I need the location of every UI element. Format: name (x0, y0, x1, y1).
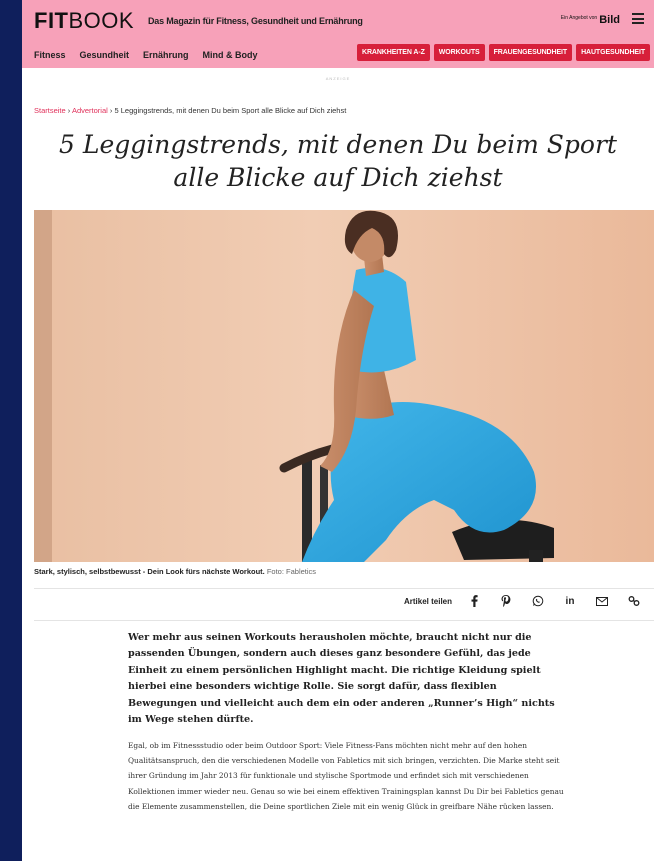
nav-item-ernaehrung[interactable]: Ernährung (143, 50, 189, 60)
facebook-icon[interactable] (468, 595, 480, 607)
nav-item-fitness[interactable]: Fitness (34, 50, 66, 60)
hero-image (34, 210, 654, 562)
breadcrumb-separator: › (67, 106, 71, 115)
breadcrumb-current: 5 Leggingstrends, mit denen Du beim Spor… (114, 106, 347, 115)
whatsapp-icon[interactable] (532, 595, 544, 607)
email-icon[interactable] (596, 595, 608, 607)
share-label: Artikel teilen (403, 596, 452, 606)
breadcrumb-advertorial[interactable]: Advertorial (72, 106, 108, 115)
divider (34, 620, 654, 621)
pill-hautgesundheit[interactable]: HAUTGESUNDHEIT (576, 44, 650, 61)
share-bar: Artikel teilen in (404, 595, 640, 607)
breadcrumb-separator: › (109, 106, 113, 115)
link-icon[interactable] (628, 595, 640, 607)
caption-source: Foto: Fabletics (266, 567, 317, 576)
hamburger-menu-icon[interactable] (632, 13, 644, 25)
article-title: 5 Leggingstrends, mit denen Du beim Spor… (59, 130, 617, 192)
ad-label: ANZEIGE (325, 76, 351, 81)
pill-krankheiten[interactable]: KRANKHEITEN A-Z (356, 44, 430, 61)
linkedin-icon[interactable]: in (564, 595, 576, 607)
partner-small-text: Ein Angebot von (560, 15, 598, 21)
site-header: FITBOOK Das Magazin für Fitness, Gesundh… (22, 0, 654, 68)
pill-frauengesundheit[interactable]: FRAUENGESUNDHEIT (488, 44, 573, 61)
divider (34, 588, 654, 589)
bild-partner-logo[interactable]: Ein Angebot von Bild (561, 14, 620, 26)
pill-workouts[interactable]: WORKOUTS (433, 44, 485, 61)
browser-viewport: FITBOOK Das Magazin für Fitness, Gesundh… (22, 0, 654, 861)
nav-item-gesundheit[interactable]: Gesundheit (80, 50, 130, 60)
article-lead: Wer mehr aus seinen Workouts herausholen… (128, 632, 555, 726)
partner-logo-text: Bild (599, 14, 620, 26)
logo-bold: FIT (34, 8, 69, 33)
site-tagline: Das Magazin für Fitness, Gesundheit und … (148, 16, 363, 26)
image-caption: Stark, stylisch, selbstbewusst - Dein Lo… (34, 567, 316, 576)
breadcrumb-home[interactable]: Startseite (34, 106, 66, 115)
caption-text: Stark, stylisch, selbstbewusst - Dein Lo… (34, 567, 265, 576)
main-nav: Fitness Gesundheit Ernährung Mind & Body (34, 50, 258, 60)
nav-item-mind-body[interactable]: Mind & Body (203, 50, 258, 60)
fitbook-logo[interactable]: FITBOOK (34, 8, 134, 34)
logo-thin: BOOK (68, 8, 135, 33)
article-body-paragraph: Egal, ob im Fitnessstudio oder beim Outd… (128, 741, 564, 811)
topic-pills: KRANKHEITEN A-Z WORKOUTS FRAUENGESUNDHEI… (356, 44, 650, 61)
pinterest-icon[interactable] (500, 595, 512, 607)
breadcrumb: Startseite › Advertorial › 5 Leggingstre… (34, 106, 346, 115)
